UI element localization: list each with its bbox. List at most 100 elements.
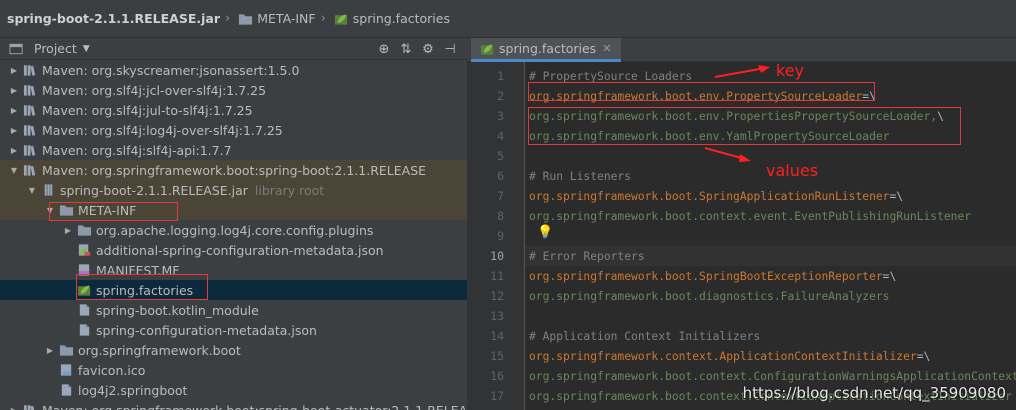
tree-item[interactable]: spring-configuration-metadata.json	[0, 320, 467, 340]
tree-item[interactable]: ▶ org.springframework.boot	[0, 340, 467, 360]
tree-item[interactable]: spring-boot.kotlin_module	[0, 300, 467, 320]
line-number: 17	[490, 389, 504, 403]
code-line[interactable]: org.springframework.boot.SpringApplicati…	[525, 186, 1016, 206]
library-icon	[23, 105, 36, 116]
tree-item-label: favicon.ico	[78, 362, 146, 378]
jar-icon	[44, 184, 53, 196]
code-line[interactable]: # Application Context Initializers	[525, 326, 1016, 346]
expand-down-icon[interactable]: ▼	[26, 186, 38, 195]
values-red-box	[528, 107, 961, 145]
expand-down-icon[interactable]: ▼	[8, 166, 20, 175]
line-number: 7	[497, 189, 504, 203]
expand-right-icon[interactable]: ▶	[8, 106, 20, 115]
collapse-all-icon[interactable]: ⇅	[395, 42, 417, 57]
tree-item-label: Maven: org.slf4j:jcl-over-slf4j:1.7.25	[42, 82, 267, 98]
expand-right-icon[interactable]: ▶	[8, 126, 20, 135]
file-icon	[79, 324, 90, 336]
project-panel-title[interactable]: Project	[34, 41, 77, 56]
expand-right-icon[interactable]: ▶	[8, 66, 20, 75]
tree-item[interactable]: favicon.ico	[0, 360, 467, 380]
code-line[interactable]: # Error Reporters	[525, 246, 1016, 266]
locate-icon[interactable]: ⊕	[373, 42, 395, 57]
code-value: org.springframework.boot.context.event.E…	[529, 209, 972, 223]
tree-item[interactable]: ▼ Maven: org.springframework.boot:spring-…	[0, 160, 467, 180]
library-icon	[23, 405, 36, 410]
tree-item-label: Maven: org.slf4j:jul-to-slf4j:1.7.25	[42, 102, 253, 118]
tree-item-label: org.springframework.boot	[78, 342, 241, 358]
expand-right-icon[interactable]: ▶	[8, 86, 20, 95]
lightbulb-icon[interactable]: 💡	[537, 225, 553, 240]
code-line[interactable]	[525, 306, 1016, 326]
tree-item[interactable]: ▶ Maven: org.slf4j:log4j-over-slf4j:1.7.2…	[0, 120, 467, 140]
values-annotation: values	[766, 161, 819, 180]
line-number: 10	[490, 249, 504, 263]
tab-label: spring.factories	[499, 41, 597, 56]
tree-item[interactable]: ▶ Maven: org.springframework.boot:spring-…	[0, 400, 467, 410]
code-line[interactable]: org.springframework.boot.context.event.E…	[525, 206, 1016, 226]
spring-factories-red-box	[76, 274, 208, 300]
line-number: 11	[490, 269, 504, 283]
line-number: 2	[497, 89, 504, 103]
tree-item-label: Maven: org.slf4j:slf4j-api:1.7.7	[42, 142, 232, 158]
expand-right-icon[interactable]: ▶	[62, 226, 74, 235]
key-arrow	[714, 65, 770, 78]
folder-icon	[59, 345, 74, 356]
key-red-box	[528, 82, 875, 101]
tree-item[interactable]: ▶ Maven: org.slf4j:jcl-over-slf4j:1.7.25	[0, 80, 467, 100]
tree-item-label: log4j2.springboot	[78, 382, 188, 398]
library-icon	[23, 65, 36, 76]
gear-icon[interactable]: ⚙	[417, 42, 439, 57]
expand-right-icon[interactable]: ▶	[8, 406, 20, 410]
line-number: 3	[497, 109, 504, 123]
line-number: 1	[497, 69, 504, 83]
code-line[interactable]: org.springframework.boot.diagnostics.Fai…	[525, 286, 1016, 306]
code-line[interactable]: org.springframework.context.ApplicationC…	[525, 346, 1016, 366]
project-icon	[9, 43, 23, 54]
tree-item-label: additional-spring-configuration-metadata…	[96, 242, 384, 258]
code-comment: # PropertySource Loaders	[529, 69, 693, 83]
code-line[interactable]: org.springframework.boot.context.config.…	[525, 406, 1016, 410]
line-number: 12	[490, 289, 504, 303]
breadcrumb-file[interactable]: spring.factories	[331, 11, 450, 26]
line-number: 15	[490, 349, 504, 363]
tree-item[interactable]: ▶ org.apache.logging.log4j.core.config.pl…	[0, 220, 467, 240]
tree-item[interactable]: ▶ Maven: org.slf4j:jul-to-slf4j:1.7.25	[0, 100, 467, 120]
code-line[interactable]: org.springframework.boot.SpringBootExcep…	[525, 266, 1016, 286]
expand-right-icon[interactable]: ▶	[44, 346, 56, 355]
library-icon	[23, 85, 36, 96]
breadcrumb-folder[interactable]: META-INF	[235, 11, 316, 26]
tree-item[interactable]: ▶ Maven: org.slf4j:slf4j-api:1.7.7	[0, 140, 467, 160]
code-line[interactable]: org.springframework.boot.context.Configu…	[525, 366, 1016, 386]
tree-item[interactable]: log4j2.springboot	[0, 380, 467, 400]
tree-item-label: spring-configuration-metadata.json	[96, 322, 317, 338]
close-icon[interactable]: ✕	[602, 42, 611, 55]
code-value: org.springframework.boot.context.Configu…	[529, 369, 1016, 383]
line-number: 14	[490, 329, 504, 343]
chevron-right-icon: ›	[320, 11, 326, 26]
hide-icon[interactable]: ⊣	[439, 42, 461, 57]
line-number: 8	[497, 209, 504, 223]
tab-spring-factories[interactable]: spring.factories ✕	[471, 38, 622, 62]
breadcrumb-jar[interactable]: spring-boot-2.1.1.RELEASE.jar	[7, 11, 220, 26]
code-line[interactable]	[525, 226, 1016, 246]
line-number-gutter: 123456789101112131415161718	[467, 62, 525, 410]
code-operator: =\	[882, 269, 897, 283]
code-comment: # Run Listeners	[529, 169, 632, 183]
panel-toolbar: ⊕ ⇅ ⚙ ⊣	[373, 38, 461, 60]
project-panel: Project ▼ ⊕ ⇅ ⚙ ⊣ ▶ Maven: org.skyscreame…	[0, 38, 467, 410]
breadcrumb-folder-label: META-INF	[257, 11, 316, 26]
tree-item-label: org.apache.logging.log4j.core.config.plu…	[96, 222, 374, 238]
file-icon	[79, 304, 90, 316]
tree-item[interactable]: MANIFEST.MF	[0, 260, 467, 280]
tree-item-label: spring-boot-2.1.1.RELEASE.jar	[60, 182, 248, 198]
expand-right-icon[interactable]: ▶	[8, 146, 20, 155]
tree-item[interactable]: spring.factories	[0, 280, 467, 300]
code-value: org.springframework.boot.diagnostics.Fai…	[529, 289, 890, 303]
tree-item[interactable]: ▶ Maven: org.skyscreamer:jsonassert:1.5.0	[0, 60, 467, 80]
line-number: 13	[490, 309, 504, 323]
tree-item[interactable]: additional-spring-configuration-metadata…	[0, 240, 467, 260]
spring-leaf-icon	[480, 43, 494, 55]
line-number: 9	[497, 229, 504, 243]
chevron-down-icon[interactable]: ▼	[83, 44, 90, 54]
tree-item[interactable]: ▼ spring-boot-2.1.1.RELEASE.jar library ro…	[0, 180, 467, 200]
